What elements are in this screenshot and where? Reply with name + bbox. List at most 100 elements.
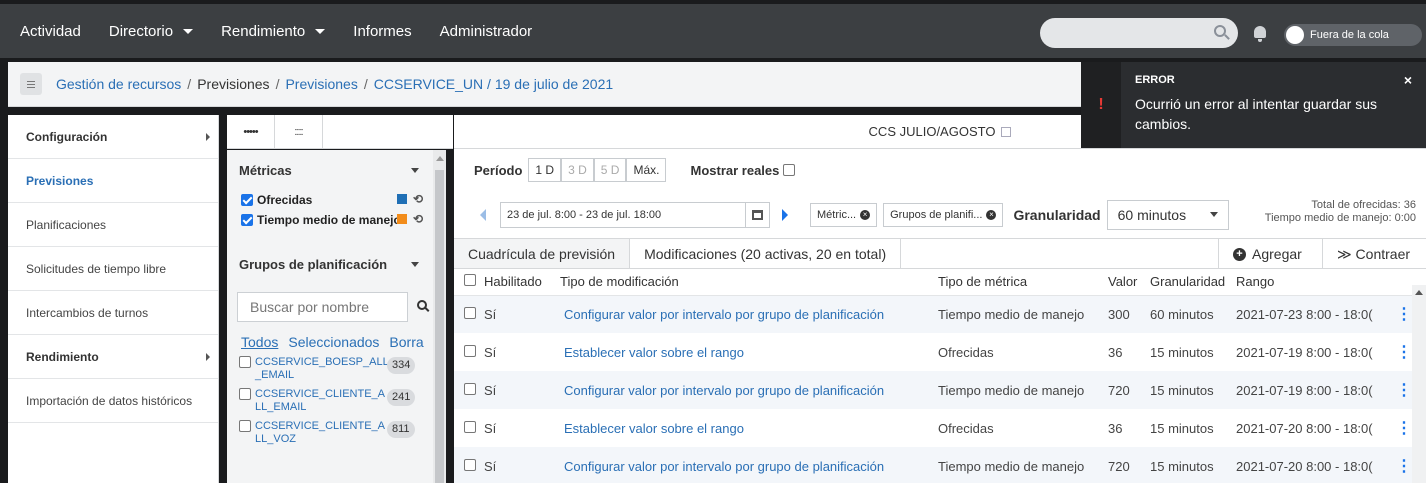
remove-chip-icon[interactable]: × — [986, 209, 997, 220]
chevron-down-icon[interactable] — [411, 168, 419, 173]
sidebar-item[interactable]: Rendimiento — [8, 335, 218, 379]
show-real-checkbox[interactable] — [783, 164, 796, 176]
sidebar-item[interactable]: Intercambios de turnos — [8, 291, 218, 335]
period-button[interactable]: 5 D — [593, 158, 627, 182]
table-row[interactable]: Sí Establecer valor sobre el rango Ofrecid… — [454, 333, 1426, 371]
metric-item[interactable]: Ofrecidas ⟲ — [227, 190, 433, 210]
breadcrumb-item[interactable]: CCSERVICE_UN / 19 de julio de 2021 — [374, 76, 613, 92]
reset-icon[interactable]: ⟲ — [413, 212, 423, 226]
group-item[interactable]: CCSERVICE_CLIENTE_A LL_VOZ 811 — [227, 420, 433, 446]
group-filter-todos[interactable]: Todos — [241, 334, 278, 350]
sidebar-item[interactable]: Planificaciones — [8, 203, 218, 247]
row-checkbox[interactable] — [464, 382, 476, 395]
nav-item-informes[interactable]: Informes — [339, 23, 425, 40]
scroll-up-icon[interactable] — [436, 156, 444, 161]
group-checkbox[interactable] — [239, 388, 251, 400]
modification-type-link[interactable]: Configurar valor por intervalo por grupo… — [560, 371, 938, 409]
hamburger-menu-icon[interactable] — [20, 73, 42, 95]
period-button[interactable]: Máx. — [626, 158, 667, 182]
search-icon[interactable] — [1214, 25, 1226, 37]
row-select-cell[interactable] — [454, 409, 484, 447]
column-header[interactable]: Valor — [1108, 269, 1150, 296]
metric-item[interactable]: Tiempo medio de manejo ⟲ — [227, 210, 433, 230]
sidebar-item[interactable]: Importación de datos históricos — [8, 379, 218, 423]
select-all-checkbox[interactable] — [464, 274, 476, 287]
modification-type-link[interactable]: Establecer valor sobre el rango — [560, 409, 938, 447]
close-icon[interactable]: × — [1404, 72, 1412, 88]
panel-scrollbar[interactable] — [433, 150, 446, 483]
filter-chip[interactable]: Grupos de planifi... × — [883, 202, 1004, 227]
calendar-icon[interactable] — [745, 202, 769, 227]
sidebar-item[interactable]: Configuración — [8, 115, 218, 159]
chevron-down-icon[interactable] — [411, 262, 419, 267]
table-row[interactable]: Sí Configurar valor por intervalo por gru… — [454, 447, 1426, 483]
scrollbar-thumb[interactable] — [435, 170, 444, 483]
sidebar-item[interactable]: Solicitudes de tiempo libre — [8, 247, 218, 291]
group-item[interactable]: CCSERVICE_CLIENTE_A LL_EMAIL 241 — [227, 388, 433, 414]
search-icon[interactable] — [417, 300, 427, 310]
breadcrumb-item[interactable]: Previsiones — [285, 76, 357, 92]
nav-item-label: Rendimiento — [221, 22, 306, 40]
filter-chip[interactable]: Métric... × — [810, 202, 878, 227]
row-checkbox[interactable] — [464, 344, 476, 357]
list-view-icon[interactable]: ••••• — [227, 115, 275, 149]
modification-type-link[interactable]: Configurar valor por intervalo por grupo… — [560, 295, 938, 333]
row-checkbox[interactable] — [464, 306, 476, 319]
nav-item-directorio[interactable]: Directorio — [95, 23, 207, 40]
scroll-up-icon[interactable] — [1415, 290, 1423, 295]
nav-item-actividad[interactable]: Actividad — [0, 23, 95, 40]
group-checkbox[interactable] — [239, 356, 251, 368]
metric-checkbox[interactable] — [241, 194, 253, 206]
reset-icon[interactable]: ⟲ — [413, 192, 423, 206]
column-header[interactable]: Tipo de métrica — [938, 269, 1108, 296]
period-button[interactable]: 1 D — [528, 158, 562, 182]
period-button[interactable]: 3 D — [561, 158, 594, 182]
collapse-button[interactable]: ≫ Contraer — [1322, 239, 1426, 269]
modification-type-link[interactable]: Establecer valor sobre el rango — [560, 333, 938, 371]
next-arrow-icon[interactable] — [782, 208, 788, 221]
group-item[interactable]: CCSERVICE_BOESP_ALL _EMAIL 334 — [227, 356, 433, 382]
group-checkbox[interactable] — [239, 420, 251, 432]
metric-checkbox[interactable] — [241, 214, 253, 226]
groups-header[interactable]: Grupos de planificación — [227, 244, 433, 284]
group-filter-seleccionados[interactable]: Seleccionados — [288, 334, 379, 350]
tab-modifications[interactable]: Modificaciones (20 activas, 20 en total) — [630, 239, 902, 268]
remove-chip-icon[interactable]: × — [860, 209, 871, 220]
metrics-header[interactable]: Métricas — [227, 150, 433, 190]
table-row[interactable]: Sí Configurar valor por intervalo por gru… — [454, 295, 1426, 333]
group-filter-borra[interactable]: Borra — [389, 334, 423, 350]
column-header[interactable]: Granularidad — [1150, 269, 1236, 296]
modification-type-link[interactable]: Configurar valor por intervalo por grupo… — [560, 447, 938, 483]
page-title: CCS JULIO/AGOSTO — [868, 124, 996, 139]
column-header[interactable]: Tipo de modificación — [560, 269, 938, 296]
table-row[interactable]: Sí Establecer valor sobre el rango Ofrecid… — [454, 409, 1426, 447]
previous-arrow-icon[interactable] — [480, 208, 486, 221]
breadcrumb-item[interactable]: Gestión de recursos — [56, 76, 181, 92]
select-all-cell[interactable] — [454, 269, 484, 296]
global-search-input[interactable] — [1040, 18, 1238, 48]
tab-forecast-grid[interactable]: Cuadrícula de previsión — [454, 239, 631, 268]
nav-item-rendimiento[interactable]: Rendimiento — [207, 23, 339, 40]
group-search-input[interactable]: Buscar por nombre — [237, 292, 427, 322]
row-select-cell[interactable] — [454, 295, 484, 333]
date-range-input[interactable]: 23 de jul. 8:00 - 23 de jul. 18:00 — [500, 201, 770, 228]
edit-icon[interactable] — [1001, 126, 1012, 137]
row-select-cell[interactable] — [454, 371, 484, 409]
add-button[interactable]: + Agregar — [1218, 239, 1316, 269]
row-select-cell[interactable] — [454, 333, 484, 371]
column-header[interactable]: Rango — [1236, 269, 1392, 296]
show-real-toggle[interactable]: Mostrar reales — [690, 163, 799, 178]
table-scrollbar[interactable] — [1412, 285, 1426, 483]
table-row[interactable]: Sí Configurar valor por intervalo por gru… — [454, 371, 1426, 409]
column-header[interactable]: Habilitado — [484, 269, 560, 296]
queue-status-toggle[interactable]: Fuera de la cola — [1284, 24, 1422, 46]
granularity-select[interactable]: 60 minutos — [1106, 199, 1230, 230]
sidebar-item[interactable]: Previsiones — [8, 159, 218, 203]
notifications-bell-icon[interactable] — [1254, 26, 1266, 42]
nav-item-administrador[interactable]: Administrador — [426, 23, 547, 40]
row-select-cell[interactable] — [454, 447, 484, 483]
row-checkbox[interactable] — [464, 458, 476, 471]
sidebar-item-label: Solicitudes de tiempo libre — [26, 261, 167, 276]
grid-view-icon[interactable]: :::: — [275, 115, 323, 149]
row-checkbox[interactable] — [464, 420, 476, 433]
